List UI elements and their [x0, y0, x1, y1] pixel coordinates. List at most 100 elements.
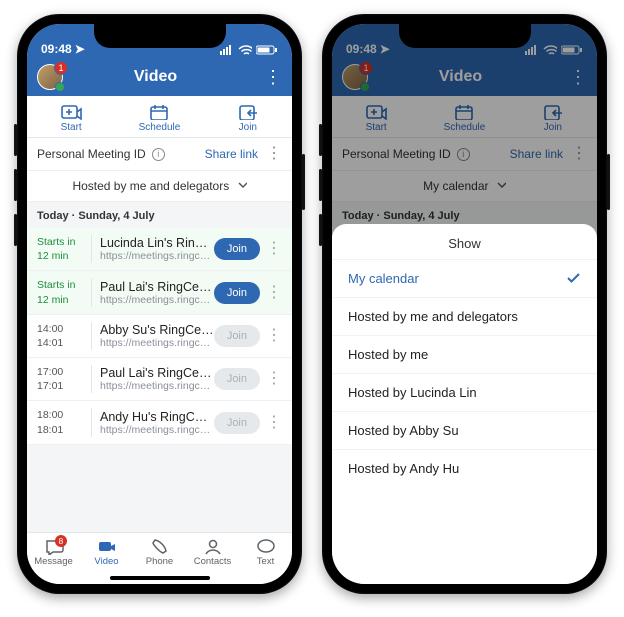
section-today: Today · Sunday, 4 July — [27, 202, 292, 228]
message-badge: 8 — [55, 535, 68, 547]
join-meeting-button: Join — [214, 368, 260, 390]
meeting-url: https://meetings.ringcentral.co... — [100, 380, 214, 392]
phone-left: 09:48 ➤ 1 Video ⋮ Start — [17, 14, 302, 594]
meeting-info: Lucinda Lin's RingCentral...https://meet… — [100, 236, 214, 262]
tab-phone-label: Phone — [146, 556, 173, 567]
tab-text-label: Text — [257, 556, 274, 567]
contacts-icon — [203, 537, 223, 555]
meeting-row[interactable]: 14:0014:01 Abby Su's RingCentral Me...htt… — [27, 315, 292, 358]
divider — [91, 365, 92, 393]
meeting-info: Paul Lai's RingCentral me...https://meet… — [100, 366, 214, 392]
join-meeting-button[interactable]: Join — [214, 282, 260, 304]
divider — [91, 408, 92, 436]
divider — [91, 235, 92, 263]
tab-text[interactable]: Text — [239, 537, 292, 584]
meeting-time: Starts in12 min — [37, 235, 89, 263]
join-meeting-button: Join — [214, 412, 260, 434]
filter-option[interactable]: Hosted by Andy Hu — [332, 449, 597, 487]
join-meeting-button: Join — [214, 325, 260, 347]
filter-option[interactable]: Hosted by Abby Su — [332, 411, 597, 449]
meeting-more-button[interactable]: ⋮ — [264, 328, 284, 344]
meeting-row[interactable]: Starts in12 min Lucinda Lin's RingCentral… — [27, 228, 292, 271]
chevron-down-icon — [237, 179, 247, 193]
video-icon — [97, 537, 117, 555]
schedule-label: Schedule — [139, 122, 181, 133]
filter-option-label: Hosted by Abby Su — [348, 423, 459, 438]
meeting-title: Andy Hu's RingCentral M... — [100, 410, 214, 424]
signal-icon — [220, 44, 234, 56]
meeting-time: 17:0017:01 — [37, 365, 89, 393]
screen: 09:48 ➤ 1 Video ⋮ Start — [27, 24, 292, 584]
meeting-url: https://meetings.ringcentral.co... — [100, 424, 214, 436]
meeting-title: Paul Lai's RingCentral me... — [100, 366, 214, 380]
presence-icon — [55, 82, 65, 92]
avatar-button[interactable]: 1 — [37, 64, 63, 90]
phone-icon — [150, 537, 170, 555]
join-icon — [237, 102, 259, 120]
meeting-time: 18:0018:01 — [37, 408, 89, 436]
meeting-more-button[interactable]: ⋮ — [264, 285, 284, 301]
tab-message-label: Message — [34, 556, 73, 567]
action-bar: Start Schedule Join — [27, 96, 292, 138]
start-label: Start — [61, 122, 82, 133]
meeting-url: https://meetings.ringcentral.co... — [100, 294, 214, 306]
text-icon — [256, 537, 276, 555]
filter-option-label: Hosted by Andy Hu — [348, 461, 459, 476]
sheet-title: Show — [332, 224, 597, 259]
filter-label: Hosted by me and delegators — [72, 179, 229, 193]
meeting-title: Abby Su's RingCentral Me... — [100, 323, 214, 337]
meeting-time: 14:0014:01 — [37, 322, 89, 350]
check-icon — [566, 271, 581, 286]
avatar-badge: 1 — [54, 61, 68, 75]
divider — [91, 322, 92, 350]
schedule-button[interactable]: Schedule — [115, 102, 203, 133]
divider — [91, 278, 92, 306]
filter-option-label: My calendar — [348, 271, 419, 286]
join-button[interactable]: Join — [204, 102, 292, 133]
filter-option[interactable]: My calendar — [332, 259, 597, 297]
tab-message[interactable]: 8 Message — [27, 537, 80, 584]
filter-option-label: Hosted by Lucinda Lin — [348, 385, 477, 400]
meeting-more-button[interactable]: ⋮ — [264, 371, 284, 387]
meeting-list[interactable]: Today · Sunday, 4 July Starts in12 min Lu… — [27, 202, 292, 532]
filter-option[interactable]: Hosted by me and delegators — [332, 297, 597, 335]
screen: 09:48 ➤ 1 Video ⋮ Start Schedule Join Pe… — [332, 24, 597, 584]
info-icon[interactable]: i — [152, 148, 165, 161]
meeting-title: Paul Lai's RingCentral me... — [100, 280, 214, 294]
tab-contacts-label: Contacts — [194, 556, 232, 567]
tab-video-label: Video — [94, 556, 118, 567]
meeting-url: https://meetings.ringcentral.co... — [100, 337, 214, 349]
meeting-info: Abby Su's RingCentral Me...https://meeti… — [100, 323, 214, 349]
appbar-more-button[interactable]: ⋮ — [264, 68, 282, 86]
wifi-icon — [238, 44, 252, 56]
meeting-more-button[interactable]: ⋮ — [264, 415, 284, 431]
meeting-row[interactable]: 17:0017:01 Paul Lai's RingCentral me...ht… — [27, 358, 292, 401]
join-label: Join — [239, 122, 257, 133]
filter-button[interactable]: Hosted by me and delegators — [27, 171, 292, 202]
filter-option-label: Hosted by me — [348, 347, 428, 362]
pmi-more-button[interactable]: ⋮ — [266, 146, 282, 162]
page-title: Video — [47, 68, 264, 86]
battery-icon — [256, 44, 278, 56]
meeting-time: Starts in12 min — [37, 278, 89, 306]
phone-right: 09:48 ➤ 1 Video ⋮ Start Schedule Join Pe… — [322, 14, 607, 594]
calendar-icon — [148, 102, 170, 120]
home-indicator — [110, 576, 210, 580]
meeting-info: Paul Lai's RingCentral me...https://meet… — [100, 280, 214, 306]
start-button[interactable]: Start — [27, 102, 115, 133]
meeting-row[interactable]: 18:0018:01 Andy Hu's RingCentral M...http… — [27, 401, 292, 444]
filter-sheet: Show My calendar Hosted by me and delegat… — [332, 224, 597, 584]
pmi-label: Personal Meeting ID — [37, 147, 146, 161]
meeting-more-button[interactable]: ⋮ — [264, 241, 284, 257]
share-link-button[interactable]: Share link — [205, 147, 258, 161]
filter-option[interactable]: Hosted by Lucinda Lin — [332, 373, 597, 411]
meeting-row[interactable]: Starts in12 min Paul Lai's RingCentral me… — [27, 271, 292, 314]
join-meeting-button[interactable]: Join — [214, 238, 260, 260]
pmi-row: Personal Meeting ID i Share link ⋮ — [27, 138, 292, 171]
filter-option[interactable]: Hosted by me — [332, 335, 597, 373]
status-time: 09:48 — [41, 42, 72, 56]
meeting-url: https://meetings.ringcentral.co... — [100, 250, 214, 262]
meeting-info: Andy Hu's RingCentral M...https://meetin… — [100, 410, 214, 436]
filter-option-label: Hosted by me and delegators — [348, 309, 518, 324]
tab-bar: 8 Message Video Phone Contacts Text — [27, 532, 292, 584]
